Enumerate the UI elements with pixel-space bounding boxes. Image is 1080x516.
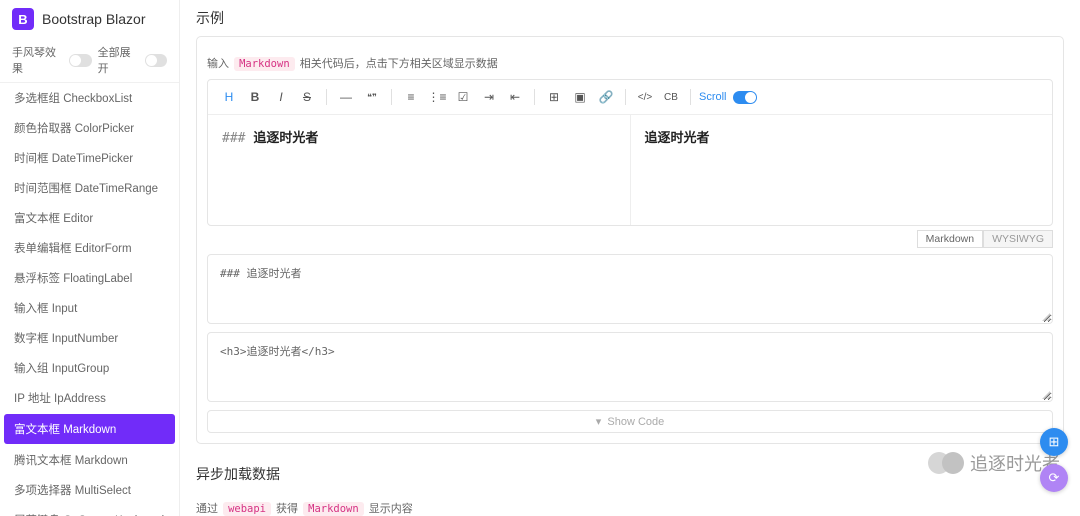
- heading-icon[interactable]: H: [218, 86, 240, 108]
- editor-mode-tabs: Markdown WYSIWYG: [207, 230, 1053, 248]
- section-title-example: 示例: [196, 0, 1064, 36]
- codeblock-icon[interactable]: CB: [660, 86, 682, 108]
- accordion-switch[interactable]: [69, 54, 91, 67]
- accordion-label: 手风琴效果: [12, 44, 63, 76]
- main-content: 示例 输入 Markdown 相关代码后，点击下方相关区域显示数据 H B I …: [180, 0, 1080, 516]
- hr-icon[interactable]: —: [335, 86, 357, 108]
- tab-wysiwyg[interactable]: WYSIWYG: [983, 230, 1053, 248]
- fab-windows-icon[interactable]: ⊞: [1040, 428, 1068, 456]
- sidebar-toggles: 手风琴效果 全部展开: [0, 38, 179, 83]
- brand-title: Bootstrap Blazor: [42, 11, 146, 27]
- markdown-output[interactable]: ### 追逐时光者: [207, 254, 1053, 324]
- bold-icon[interactable]: B: [244, 86, 266, 108]
- sidebar-item[interactable]: 时间范围框 DateTimeRange: [0, 173, 179, 203]
- example-description: 输入 Markdown 相关代码后，点击下方相关区域显示数据: [207, 55, 1053, 71]
- sidebar-item[interactable]: 屏幕键盘 OnScreenKeyboard: [0, 505, 179, 516]
- section-title-async: 异步加载数据: [196, 456, 1064, 492]
- italic-icon[interactable]: I: [270, 86, 292, 108]
- async-description: 通过 webapi 获得 Markdown 显示内容: [196, 500, 1064, 516]
- brand-logo: B: [12, 8, 34, 30]
- resize-handle-icon[interactable]: [1040, 389, 1050, 399]
- brand: B Bootstrap Blazor: [0, 0, 179, 38]
- ol-icon[interactable]: ⋮≡: [426, 86, 448, 108]
- resize-handle-icon[interactable]: [1040, 311, 1050, 321]
- html-output[interactable]: <h3>追逐时光者</h3>: [207, 332, 1053, 402]
- link-icon[interactable]: 🔗: [595, 86, 617, 108]
- outdent-icon[interactable]: ⇤: [504, 86, 526, 108]
- sidebar-item[interactable]: 表单编辑框 EditorForm: [0, 233, 179, 263]
- example-card: 输入 Markdown 相关代码后，点击下方相关区域显示数据 H B I S —…: [196, 36, 1064, 444]
- sidebar-item[interactable]: 多选框组 CheckboxList: [0, 83, 179, 113]
- indent-icon[interactable]: ⇥: [478, 86, 500, 108]
- sidebar-item[interactable]: 富文本框 Markdown: [4, 414, 175, 444]
- sidebar-item[interactable]: 输入框 Input: [0, 293, 179, 323]
- markdown-editor: H B I S — ❝❞ ≡ ⋮≡ ☑ ⇥ ⇤ ⊞ ▣ 🔗: [207, 79, 1053, 226]
- editor-source-pane[interactable]: ### 追逐时光者: [208, 115, 631, 225]
- editor-preview-pane: 追逐时光者: [631, 115, 1053, 225]
- markdown-tag: Markdown: [303, 502, 364, 516]
- ul-icon[interactable]: ≡: [400, 86, 422, 108]
- sidebar-nav[interactable]: 多选框组 CheckboxList颜色拾取器 ColorPicker时间框 Da…: [0, 83, 179, 516]
- editor-panes: ### 追逐时光者 追逐时光者: [208, 115, 1052, 225]
- sidebar-item[interactable]: 数字框 InputNumber: [0, 323, 179, 353]
- sidebar-item[interactable]: 多项选择器 MultiSelect: [0, 475, 179, 505]
- sidebar-item[interactable]: 富文本框 Editor: [0, 203, 179, 233]
- sidebar-item[interactable]: 时间框 DateTimePicker: [0, 143, 179, 173]
- expand-switch[interactable]: [145, 54, 167, 67]
- editor-toolbar: H B I S — ❝❞ ≡ ⋮≡ ☑ ⇥ ⇤ ⊞ ▣ 🔗: [208, 80, 1052, 115]
- table-icon[interactable]: ⊞: [543, 86, 565, 108]
- task-icon[interactable]: ☑: [452, 86, 474, 108]
- floating-buttons: ⊞ ⟳: [1040, 428, 1068, 492]
- quote-icon[interactable]: ❝❞: [361, 86, 383, 108]
- sidebar-item[interactable]: 输入组 InputGroup: [0, 353, 179, 383]
- markdown-tag: Markdown: [234, 57, 295, 71]
- tab-markdown[interactable]: Markdown: [917, 230, 983, 248]
- expand-label: 全部展开: [98, 44, 139, 76]
- sidebar-item[interactable]: 颜色拾取器 ColorPicker: [0, 113, 179, 143]
- sidebar-item[interactable]: 悬浮标签 FloatingLabel: [0, 263, 179, 293]
- sidebar: B Bootstrap Blazor 手风琴效果 全部展开 多选框组 Check…: [0, 0, 180, 516]
- image-icon[interactable]: ▣: [569, 86, 591, 108]
- strike-icon[interactable]: S: [296, 86, 318, 108]
- sidebar-item[interactable]: IP 地址 IpAddress: [0, 383, 179, 413]
- show-code-button[interactable]: ▾ Show Code: [207, 410, 1053, 433]
- sidebar-item[interactable]: 腾讯文本框 Markdown: [0, 445, 179, 475]
- preview-heading: 追逐时光者: [645, 127, 1039, 146]
- code-icon[interactable]: </>: [634, 86, 656, 108]
- scroll-label: Scroll: [699, 91, 727, 103]
- webapi-tag: webapi: [223, 502, 271, 516]
- fab-help-icon[interactable]: ⟳: [1040, 464, 1068, 492]
- scroll-sync-toggle[interactable]: [733, 91, 757, 104]
